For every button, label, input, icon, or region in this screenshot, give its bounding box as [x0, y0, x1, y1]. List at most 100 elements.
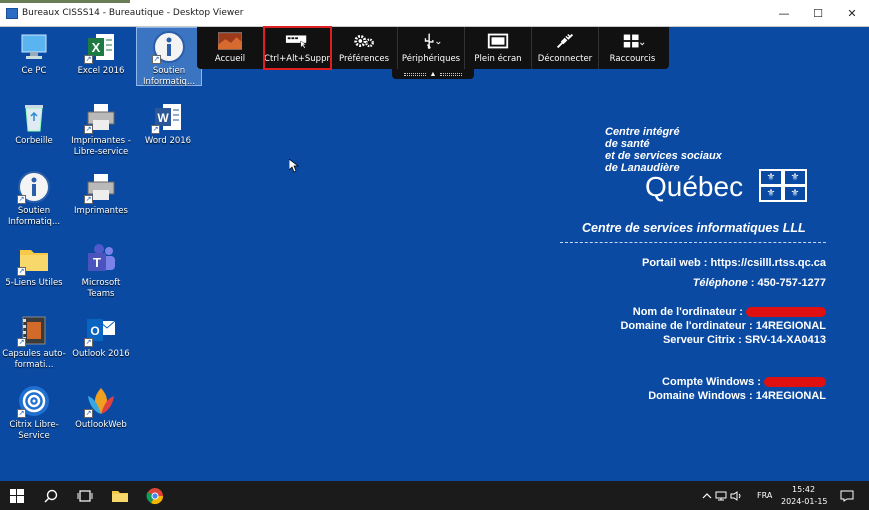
minimize-icon: —	[778, 7, 790, 20]
maximize-button[interactable]: ☐	[801, 0, 835, 27]
desktop-icon-liens-utiles[interactable]: ↗ 5-Liens Utiles	[2, 242, 66, 289]
toolbar-home-label: Accueil	[214, 54, 246, 64]
network-icon	[715, 491, 727, 500]
speaker-icon	[730, 490, 741, 501]
desktop-icon-label: Capsules auto-formati...	[2, 349, 66, 370]
window-title: Bureaux CISSS14 - Bureautique - Desktop …	[22, 8, 244, 18]
start-button[interactable]	[0, 481, 34, 510]
grid-icon	[621, 32, 645, 50]
toolbar-preferences-button[interactable]: Préférences	[331, 27, 398, 69]
desktop-icon-capsules[interactable]: ↗ Capsules auto-formati...	[2, 313, 66, 371]
computer-name-label: Nom de l'ordinateur :	[632, 306, 746, 318]
toolbar-disconnect-button[interactable]: Déconnecter	[532, 27, 599, 69]
excel-icon: X ↗	[84, 30, 118, 64]
outlookweb-icon: ↗	[84, 384, 118, 418]
fullscreen-icon	[486, 32, 510, 50]
desktop-icon-outlook-2016[interactable]: O ↗ Outlook 2016	[69, 313, 133, 360]
shortcut-arrow-icon: ↗	[17, 267, 26, 276]
gear-icon	[352, 32, 376, 50]
desktop-icon-citrix-libre-service[interactable]: ↗ Citrix Libre-Service	[2, 384, 66, 442]
speaker-button[interactable]	[729, 481, 743, 510]
home-thumbnail-icon	[218, 32, 242, 50]
toolbar-fullscreen-button[interactable]: Plein écran	[465, 27, 532, 69]
close-button[interactable]: ✕	[835, 0, 869, 27]
portal-line: Portail web : https://csilll.rtss.qc.ca	[642, 257, 826, 269]
desktop-icon-imprimantes[interactable]: ↗ Imprimantes	[69, 170, 133, 217]
desktop-icon-label: Outlook 2016	[72, 349, 130, 359]
quebec-flag-icon: ⚜ ⚜ ⚜ ⚜	[759, 169, 807, 202]
svg-text:T: T	[93, 255, 101, 270]
desktop-icon-corbeille[interactable]: Corbeille	[2, 100, 66, 147]
windows-account-label: Compte Windows :	[662, 376, 764, 388]
citrix-server-label: Serveur Citrix :	[662, 334, 745, 346]
redaction-mark	[764, 377, 826, 388]
desktop-icon-outlookweb[interactable]: ↗ OutlookWeb	[69, 384, 133, 431]
desktop-icon-imprimantes-libre-service[interactable]: ↗ Imprimantes - Libre-service	[69, 100, 133, 158]
file-explorer-button[interactable]	[103, 481, 137, 510]
notifications-button[interactable]	[830, 481, 864, 510]
org-line-1: Centre intégré	[605, 126, 680, 138]
citrix-server-value: SRV-14-XA0413	[744, 334, 826, 346]
desktop-icon-label: Imprimantes - Libre-service	[71, 136, 131, 157]
phone-label: Téléphone	[692, 277, 748, 289]
computer-domain-line: Domaine de l'ordinateur : 14REGIONAL	[620, 320, 826, 332]
windows-domain-label: Domaine Windows :	[648, 390, 756, 402]
shortcut-arrow-icon: ↗	[17, 409, 26, 418]
desktop-icon-soutien-informatique-1[interactable]: ↗ Soutien Informatiq...	[136, 27, 202, 87]
shortcut-arrow-icon: ↗	[17, 195, 26, 204]
computer-name-line: Nom de l'ordinateur :	[633, 306, 826, 318]
desktop-icon-ce-pc[interactable]: Ce PC	[2, 30, 66, 77]
windows-domain-line: Domaine Windows : 14REGIONAL	[648, 390, 826, 402]
word-icon: W ↗	[151, 100, 185, 134]
desktop-icon-soutien-informatique-2[interactable]: ↗ Soutien Informatiq...	[2, 170, 66, 228]
grip-icon	[403, 72, 426, 76]
plug-icon	[553, 32, 577, 50]
notification-icon	[840, 490, 854, 502]
window-title-bar[interactable]: Bureaux CISSS14 - Bureautique - Desktop …	[0, 0, 869, 27]
desktop-icon-microsoft-teams[interactable]: T Microsoft Teams	[69, 242, 133, 300]
desktop-icon-label: 5-Liens Utiles	[5, 278, 63, 288]
printer-icon: ↗	[84, 170, 118, 204]
desktop-icon-label: Ce PC	[21, 66, 47, 76]
toolbar-collapse-handle[interactable]: ▲	[392, 69, 474, 79]
task-view-button[interactable]	[68, 481, 102, 510]
minimize-button[interactable]: —	[767, 0, 801, 27]
chrome-button[interactable]	[138, 481, 172, 510]
desktop-icon-label: Citrix Libre-Service	[9, 420, 59, 441]
portal-value: https://csilll.rtss.qc.ca	[710, 257, 826, 269]
svg-text:X: X	[92, 40, 101, 55]
title-bar-accent-strip	[0, 0, 130, 3]
language-indicator[interactable]: FRA	[757, 491, 772, 500]
clock-time[interactable]: 15:42	[792, 485, 815, 494]
windows-account-line: Compte Windows :	[662, 376, 826, 388]
toolbar-preferences-label: Préférences	[339, 54, 389, 64]
desktop-icon-label: Imprimantes	[74, 206, 128, 216]
desktop-icon-word-2016[interactable]: W ↗ Word 2016	[136, 100, 200, 147]
desktop-icon-label: Soutien Informatiq...	[7, 206, 61, 227]
desktop-icon-excel-2016[interactable]: X ↗ Excel 2016	[69, 30, 133, 77]
close-icon: ✕	[847, 7, 857, 20]
chevron-up-icon	[702, 492, 712, 498]
search-button[interactable]	[34, 481, 68, 510]
windows-domain-value: 14REGIONAL	[755, 390, 826, 402]
shortcut-arrow-icon: ↗	[84, 338, 93, 347]
recycle-bin-icon	[17, 100, 51, 134]
toolbar-devices-button[interactable]: Périphériques	[398, 27, 465, 69]
usb-icon	[419, 32, 443, 50]
citrix-icon: ↗	[17, 384, 51, 418]
svg-text:W: W	[157, 111, 169, 125]
show-hidden-icons-button[interactable]	[700, 481, 714, 510]
toolbar-ctrl-alt-del-button[interactable]: Ctrl+Alt+Suppr	[263, 26, 332, 70]
toolbar-shortcuts-button[interactable]: Raccourcis	[599, 27, 666, 69]
computer-domain-label: Domaine de l'ordinateur :	[620, 320, 756, 332]
network-button[interactable]	[714, 481, 728, 510]
chrome-icon	[146, 487, 164, 504]
toolbar-home-button[interactable]: Accueil	[197, 27, 264, 69]
collapse-arrow-icon: ▲	[429, 70, 437, 78]
video-icon: ↗	[17, 313, 51, 347]
citrix-server-line: Serveur Citrix : SRV-14-XA0413	[663, 334, 826, 346]
clock-date[interactable]: 2024-01-15	[781, 497, 828, 506]
outlook-icon: O ↗	[84, 313, 118, 347]
info-icon: ↗	[152, 30, 186, 64]
shortcut-arrow-icon: ↗	[151, 125, 160, 134]
